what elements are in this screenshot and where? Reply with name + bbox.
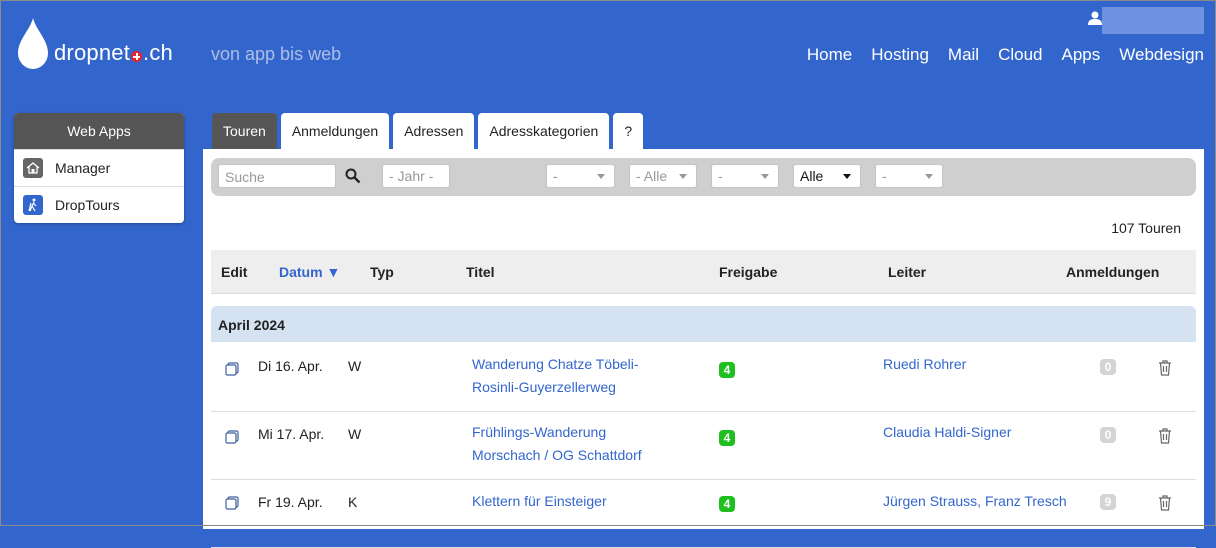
col-datum-label: Datum: [279, 264, 323, 280]
sidebar-item-droptours[interactable]: DropTours: [14, 186, 184, 223]
tour-count: 107 Touren: [1111, 220, 1181, 236]
filter-bar: Suche - Jahr - - - Alle - Alle -: [211, 158, 1196, 196]
freigabe-badge: 4: [719, 430, 735, 446]
filter-select-4[interactable]: Alle: [793, 164, 861, 188]
copy-icon[interactable]: [225, 430, 239, 444]
row-title-line: Wanderung Chatze Töbeli-: [472, 356, 639, 372]
tab-help[interactable]: ?: [613, 113, 644, 149]
nav-mail[interactable]: Mail: [948, 45, 979, 65]
row-leiter-link[interactable]: Ruedi Rohrer: [883, 353, 966, 376]
table-row: Fr 19. Apr. K Klettern für Einsteiger 4 …: [211, 479, 1196, 548]
sidebar: Web Apps Manager DropTours: [14, 113, 184, 223]
username-field[interactable]: [1102, 7, 1204, 34]
row-typ: W: [348, 358, 362, 374]
filter-select-value: - Alle: [636, 168, 668, 184]
tours-panel: Suche - Jahr - - - Alle - Alle - 107 Tou…: [203, 149, 1204, 548]
col-edit: Edit: [221, 264, 248, 280]
filter-select-value: -: [553, 168, 558, 184]
user-icon[interactable]: [1088, 11, 1102, 25]
row-title-line: Frühlings-Wanderung: [472, 424, 607, 440]
copy-icon[interactable]: [225, 496, 239, 510]
brand-name: dropnet: [54, 40, 131, 65]
month-label: April 2024: [218, 317, 285, 333]
tab-anmeldungen[interactable]: Anmeldungen: [280, 113, 390, 149]
col-datum[interactable]: Datum ▼: [279, 264, 340, 280]
brand-wordmark: dropnet .ch: [54, 40, 173, 65]
drop-logo-icon: [18, 18, 48, 69]
nav-apps[interactable]: Apps: [1062, 45, 1101, 65]
anmeldungen-badge: 9: [1100, 494, 1116, 510]
sidebar-title: Web Apps: [14, 113, 184, 149]
tab-bar: Touren Anmeldungen Adressen Adresskatego…: [212, 113, 644, 149]
row-title-link[interactable]: Frühlings-Wanderung Morschach / OG Schatt…: [472, 421, 642, 467]
trash-icon[interactable]: [1158, 428, 1172, 444]
brand-tld: ch: [149, 40, 173, 65]
top-navigation: Home Hosting Mail Cloud Apps Webdesign: [807, 45, 1204, 65]
col-anmeldungen: Anmeldungen: [1066, 264, 1160, 280]
chevron-down-icon: [597, 174, 605, 179]
search-input[interactable]: Suche: [218, 164, 336, 188]
month-group-header: April 2024: [211, 306, 1196, 342]
chevron-down-icon: [679, 174, 687, 179]
house-icon: [23, 158, 43, 178]
chevron-down-icon: [843, 174, 851, 179]
row-date: Mi 17. Apr.: [258, 426, 325, 442]
freigabe-badge: 4: [719, 362, 735, 378]
col-leiter: Leiter: [888, 264, 927, 280]
tab-touren[interactable]: Touren: [212, 113, 277, 149]
table-row: Di 16. Apr. W Wanderung Chatze Töbeli- Ro…: [211, 343, 1196, 412]
nav-webdesign[interactable]: Webdesign: [1119, 45, 1204, 65]
col-typ: Typ: [370, 264, 394, 280]
row-title-link[interactable]: Klettern für Einsteiger: [472, 490, 607, 513]
col-freigabe: Freigabe: [719, 264, 778, 280]
row-date: Fr 19. Apr.: [258, 494, 323, 510]
tab-adresskategorien[interactable]: Adresskategorien: [478, 113, 610, 149]
trash-icon[interactable]: [1158, 495, 1172, 511]
filter-select-2[interactable]: - Alle: [629, 164, 697, 188]
logo[interactable]: dropnet .ch: [16, 16, 173, 70]
row-typ: K: [348, 494, 358, 510]
nav-cloud[interactable]: Cloud: [998, 45, 1042, 65]
tagline: von app bis web: [211, 44, 342, 64]
trash-icon[interactable]: [1158, 360, 1172, 376]
hiker-icon: [23, 195, 43, 215]
sort-desc-icon: ▼: [326, 264, 341, 280]
row-title-line: Morschach / OG Schattdorf: [472, 447, 642, 463]
row-leiter-link[interactable]: Jürgen Strauss, Franz Tresch: [883, 490, 1067, 513]
filter-select-value: -: [882, 168, 887, 184]
row-title-link[interactable]: Wanderung Chatze Töbeli- Rosinli-Guyerzel…: [472, 353, 639, 399]
filter-select-value: Alle: [800, 168, 824, 184]
table-header: Edit Datum ▼ Typ Titel Freigabe Leiter A…: [211, 250, 1196, 294]
filter-select-1[interactable]: -: [546, 164, 615, 188]
nav-hosting[interactable]: Hosting: [871, 45, 929, 65]
row-title-line: Rosinli-Guyerzellerweg: [472, 379, 616, 395]
search-icon[interactable]: [345, 168, 361, 184]
tab-adressen[interactable]: Adressen: [393, 113, 475, 149]
nav-home[interactable]: Home: [807, 45, 852, 65]
col-titel: Titel: [466, 264, 495, 280]
anmeldungen-badge: 0: [1100, 427, 1116, 443]
filter-select-5[interactable]: -: [875, 164, 943, 188]
row-typ: W: [348, 426, 362, 442]
filter-select-3[interactable]: -: [711, 164, 779, 188]
table-row: Mi 17. Apr. W Frühlings-Wanderung Morscha…: [211, 411, 1196, 480]
freigabe-badge: 4: [719, 496, 735, 512]
row-leiter-link[interactable]: Claudia Haldi-Signer: [883, 421, 1011, 444]
chevron-down-icon: [925, 174, 933, 179]
year-select-value: - Jahr -: [389, 168, 434, 184]
filter-select-value: -: [718, 168, 723, 184]
sidebar-item-label: DropTours: [55, 197, 120, 213]
swiss-flag-icon: [131, 51, 143, 62]
year-select[interactable]: - Jahr -: [382, 164, 450, 188]
chevron-down-icon: [761, 174, 769, 179]
row-title-line: Klettern für Einsteiger: [472, 493, 607, 509]
copy-icon[interactable]: [225, 362, 239, 376]
sidebar-item-manager[interactable]: Manager: [14, 149, 184, 186]
sidebar-item-label: Manager: [55, 160, 111, 176]
anmeldungen-badge: 0: [1100, 359, 1116, 375]
row-date: Di 16. Apr.: [258, 358, 323, 374]
